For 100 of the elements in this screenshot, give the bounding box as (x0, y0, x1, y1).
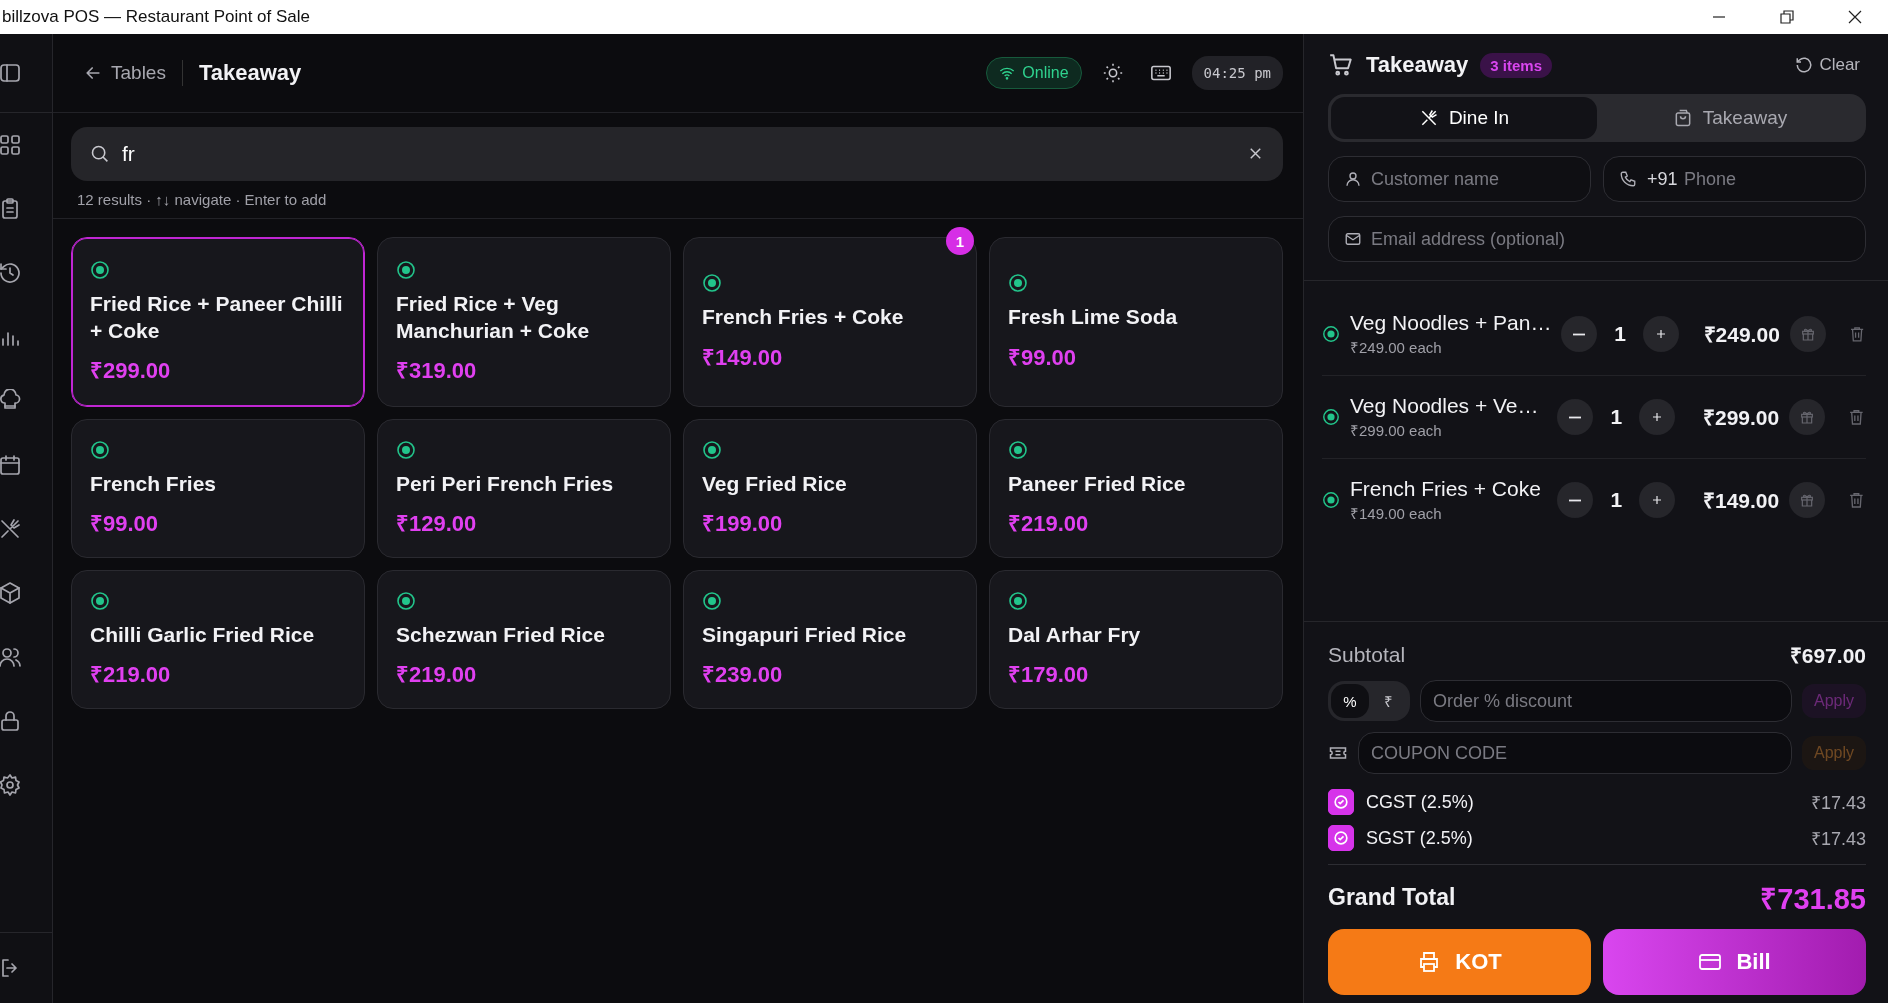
menu-item-card[interactable]: Singapuri Fried Rice ₹239.00 (683, 570, 977, 709)
online-status-badge: Online (986, 57, 1082, 89)
increase-button[interactable] (1642, 316, 1679, 352)
search-icon (89, 143, 110, 164)
veg-indicator-icon (1008, 439, 1028, 460)
phone-icon (1619, 170, 1637, 188)
item-price: ₹129.00 (396, 510, 478, 538)
wifi-icon (999, 65, 1016, 81)
order-type-tab[interactable]: Dine In (1331, 97, 1597, 139)
discount-type-toggle[interactable]: % (1331, 684, 1369, 718)
veg-indicator-icon (90, 259, 110, 280)
cart-icon (1328, 52, 1354, 78)
search-field[interactable]: fr (71, 127, 1283, 181)
refresh-icon (1795, 56, 1814, 74)
increase-button[interactable] (1639, 399, 1676, 435)
line-total: ₹299.00 (1702, 405, 1780, 431)
item-name: Veg Fried Rice (702, 470, 848, 497)
minus-icon (1568, 498, 1583, 502)
menu-item-card[interactable]: Peri Peri French Fries ₹129.00 (377, 419, 671, 558)
menu-item-card[interactable]: Schezwan Fried Rice ₹219.00 (377, 570, 671, 709)
order-title: Takeaway (1366, 52, 1469, 78)
menu-item-card[interactable]: Paneer Fried Rice ₹219.00 (989, 419, 1283, 558)
menu-item-card[interactable]: Dal Arhar Fry ₹179.00 (989, 570, 1283, 709)
item-price: ₹219.00 (1008, 510, 1090, 538)
menu-item-card[interactable]: Fried Rice + Veg Manchurian + Coke ₹319.00 (377, 237, 671, 407)
gift-icon (1799, 409, 1816, 425)
quantity: 1 (1609, 405, 1624, 429)
discount-type-toggle[interactable]: ₹ (1369, 684, 1407, 718)
unit-price: ₹299.00 each (1350, 421, 1443, 440)
veg-indicator-icon (702, 590, 722, 611)
check-icon (1331, 828, 1351, 848)
trash-icon[interactable] (1847, 407, 1866, 427)
clear-button[interactable]: Clear (1789, 54, 1866, 76)
veg-indicator-icon (1322, 325, 1340, 343)
increase-button[interactable] (1639, 482, 1676, 518)
gift-button[interactable] (1789, 316, 1826, 352)
cart-item-name: Veg Noodles + Pan… (1350, 311, 1552, 335)
veg-indicator-icon (702, 273, 722, 294)
veg-indicator-icon (1008, 590, 1028, 611)
item-name: French Fries + Coke (702, 304, 905, 331)
subtotal-label: Subtotal (1328, 643, 1406, 667)
calendar-icon[interactable] (0, 453, 22, 477)
email-field[interactable]: Email address (optional) (1328, 216, 1866, 262)
decrease-button[interactable] (1561, 316, 1598, 352)
veg-indicator-icon (702, 439, 722, 460)
menu-item-card[interactable]: Veg Fried Rice ₹199.00 (683, 419, 977, 558)
settings-icon[interactable] (0, 773, 22, 797)
cart-item-name: French Fries + Coke (1350, 477, 1542, 501)
veg-indicator-icon (1008, 273, 1028, 294)
tax-amount: ₹17.43 (1810, 828, 1866, 850)
order-type-tab[interactable]: Takeaway (1597, 97, 1863, 139)
subtotal-value: ₹697.00 (1789, 643, 1866, 669)
history-icon[interactable] (0, 261, 22, 285)
trash-icon[interactable] (1847, 490, 1866, 510)
item-price: ₹149.00 (702, 343, 784, 371)
customer-name-field[interactable]: Customer name (1328, 156, 1591, 202)
gift-button[interactable] (1789, 482, 1826, 518)
tax-checkbox[interactable] (1328, 789, 1354, 815)
menu-item-card[interactable]: Fresh Lime Soda ₹99.00 (989, 237, 1283, 407)
quantity: 1 (1613, 322, 1627, 346)
check-icon (1331, 792, 1351, 812)
sidebar-toggle-icon[interactable] (0, 61, 22, 85)
tax-label: CGST (2.5%) (1366, 791, 1474, 813)
menu-item-card[interactable]: Chilli Garlic Fried Rice ₹219.00 (71, 570, 365, 709)
grand-total-label: Grand Total (1328, 883, 1456, 911)
veg-indicator-icon (90, 439, 110, 460)
gift-button[interactable] (1789, 399, 1826, 435)
tax-label: SGST (2.5%) (1366, 827, 1473, 849)
veg-indicator-icon (396, 259, 416, 280)
utensils-icon[interactable] (0, 517, 22, 541)
item-name: Fresh Lime Soda (1008, 304, 1179, 331)
item-name: Singapuri Fried Rice (702, 621, 908, 648)
lock-icon[interactable] (0, 709, 22, 733)
box-icon[interactable] (0, 581, 22, 605)
users-icon[interactable] (0, 645, 22, 669)
item-name: Fried Rice + Paneer Chilli + Coke (90, 290, 344, 344)
veg-indicator-icon (1322, 491, 1340, 509)
tax-checkbox[interactable] (1328, 825, 1354, 851)
quantity: 1 (1609, 488, 1624, 512)
mail-icon (1344, 230, 1362, 248)
minus-icon (1568, 415, 1583, 419)
item-name: Peri Peri French Fries (396, 470, 615, 497)
decrease-button[interactable] (1557, 399, 1594, 435)
decrease-button[interactable] (1557, 482, 1594, 518)
sun-icon[interactable] (1101, 62, 1124, 84)
close-icon[interactable] (1848, 10, 1862, 24)
item-price: ₹219.00 (90, 661, 172, 689)
clock-time: 04:25 pm (1191, 56, 1283, 90)
grid-icon[interactable] (0, 133, 22, 157)
menu-item-card[interactable]: Fried Rice + Paneer Chilli + Coke ₹299.00 (71, 237, 365, 407)
tax-amount: ₹17.43 (1810, 792, 1866, 814)
menu-item-card[interactable]: French Fries ₹99.00 (71, 419, 365, 558)
back-link[interactable]: Tables (83, 62, 166, 84)
restore-icon[interactable] (1780, 10, 1794, 24)
bill-button[interactable]: Bill (1603, 929, 1866, 995)
veg-indicator-icon (396, 439, 416, 460)
minus-icon (1572, 332, 1587, 336)
line-total: ₹149.00 (1702, 488, 1780, 514)
item-price: ₹299.00 (90, 357, 172, 385)
veg-indicator-icon (90, 590, 110, 611)
